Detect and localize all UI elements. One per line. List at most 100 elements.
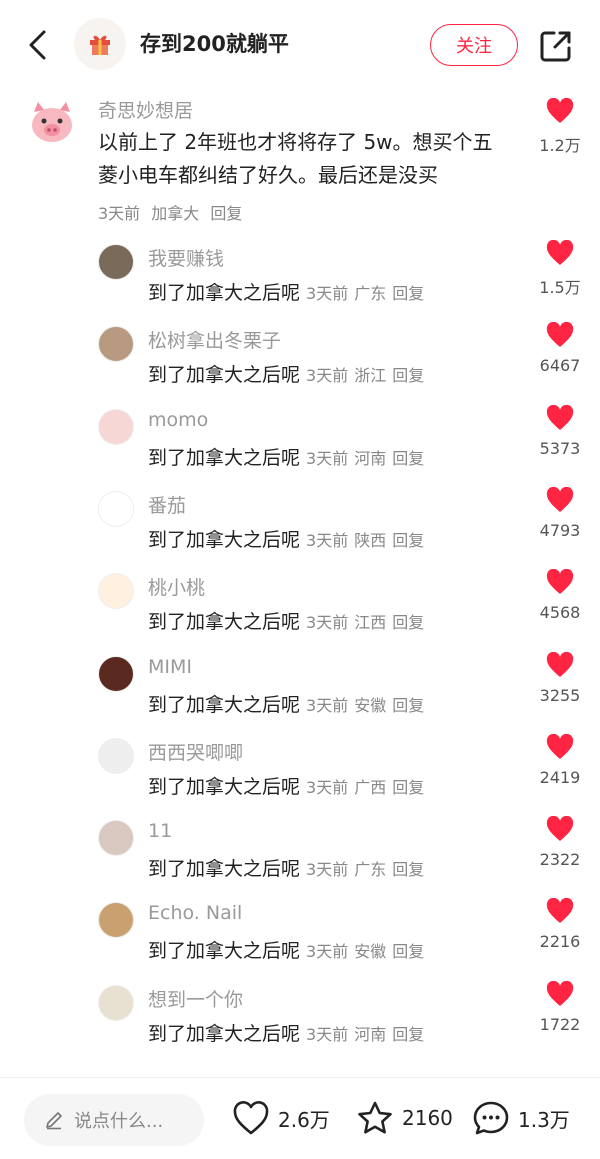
like-control[interactable]: 3255 bbox=[530, 652, 590, 705]
reply-time: 3天前 bbox=[306, 1025, 349, 1044]
reply-username[interactable]: 11 bbox=[148, 820, 172, 842]
avatar[interactable] bbox=[98, 902, 134, 938]
post-like-count: 2.6万 bbox=[278, 1107, 330, 1132]
reply-button[interactable]: 回复 bbox=[392, 860, 424, 879]
avatar[interactable] bbox=[98, 656, 134, 692]
reply-username[interactable]: 松树拿出冬栗子 bbox=[148, 326, 281, 353]
avatar[interactable] bbox=[98, 491, 134, 527]
like-control[interactable]: 4793 bbox=[530, 487, 590, 540]
reply-button[interactable]: 回复 bbox=[392, 1025, 424, 1044]
reply-comment: 想到一个你到了加拿大之后呢 3天前 河南 回复 1722 bbox=[0, 981, 600, 1067]
reply-text: 到了加拿大之后呢 bbox=[148, 611, 301, 633]
reply-button[interactable]: 回复 bbox=[392, 449, 424, 468]
reply-body: 到了加拿大之后呢 3天前 河南 回复 bbox=[148, 443, 424, 470]
reply-text: 到了加拿大之后呢 bbox=[148, 776, 301, 798]
avatar[interactable] bbox=[98, 409, 134, 445]
like-control[interactable]: 1.5万 bbox=[530, 240, 590, 298]
collect-button[interactable]: 2160 bbox=[356, 1100, 453, 1136]
like-count: 2419 bbox=[539, 768, 581, 787]
reply-text: 到了加拿大之后呢 bbox=[148, 447, 301, 469]
reply-username[interactable]: 番茄 bbox=[148, 491, 186, 518]
like-control[interactable]: 1.2万 bbox=[530, 98, 590, 156]
reply-body: 到了加拿大之后呢 3天前 广西 回复 bbox=[148, 772, 424, 799]
comment-meta: 3天前 加拿大 回复 bbox=[98, 200, 242, 224]
heart-icon[interactable] bbox=[546, 816, 574, 842]
comment-button[interactable]: 1.3万 bbox=[472, 1100, 570, 1136]
heart-icon[interactable] bbox=[546, 98, 574, 124]
reply-body: 到了加拿大之后呢 3天前 河南 回复 bbox=[148, 1019, 424, 1046]
reply-button[interactable]: 回复 bbox=[392, 613, 424, 632]
reply-text: 到了加拿大之后呢 bbox=[148, 529, 301, 551]
reply-username[interactable]: 桃小桃 bbox=[148, 573, 205, 600]
reply-time: 3天前 bbox=[306, 942, 349, 961]
reply-button[interactable]: 回复 bbox=[210, 204, 242, 223]
like-count: 4568 bbox=[539, 603, 581, 622]
comment-input-placeholder: 说点什么... bbox=[74, 1111, 164, 1132]
reply-button[interactable]: 回复 bbox=[392, 778, 424, 797]
heart-icon[interactable] bbox=[546, 734, 574, 760]
avatar[interactable] bbox=[98, 573, 134, 609]
reply-comment: MIMI 到了加拿大之后呢 3天前 安徽 回复 3255 bbox=[0, 652, 600, 738]
like-control[interactable]: 4568 bbox=[530, 569, 590, 622]
reply-button[interactable]: 回复 bbox=[392, 696, 424, 715]
comment-input[interactable]: 说点什么... bbox=[24, 1094, 204, 1146]
avatar[interactable] bbox=[98, 738, 134, 774]
heart-icon[interactable] bbox=[546, 898, 574, 924]
reply-button[interactable]: 回复 bbox=[392, 284, 424, 303]
main-comment: 奇思妙想居 以前上了 2年班也才将将存了 5w。想买个五菱小电车都纠结了好久。最… bbox=[0, 90, 600, 230]
heart-icon[interactable] bbox=[546, 322, 574, 348]
heart-icon[interactable] bbox=[546, 981, 574, 1007]
reply-time: 3天前 bbox=[306, 613, 349, 632]
reply-location: 广东 bbox=[354, 284, 387, 303]
avatar[interactable] bbox=[24, 94, 80, 150]
comment-username[interactable]: 奇思妙想居 bbox=[98, 96, 193, 123]
reply-comment: 西西哭唧唧到了加拿大之后呢 3天前 广西 回复 2419 bbox=[0, 734, 600, 820]
like-count: 2322 bbox=[539, 850, 581, 869]
like-control[interactable]: 6467 bbox=[530, 322, 590, 375]
reply-username[interactable]: 我要赚钱 bbox=[148, 244, 224, 271]
reply-username[interactable]: Echo. Nail bbox=[148, 902, 242, 924]
like-control[interactable]: 2322 bbox=[530, 816, 590, 869]
like-control[interactable]: 1722 bbox=[530, 981, 590, 1034]
reply-body: 到了加拿大之后呢 3天前 广东 回复 bbox=[148, 854, 424, 881]
like-count: 4793 bbox=[539, 521, 581, 540]
reply-body: 到了加拿大之后呢 3天前 江西 回复 bbox=[148, 607, 424, 634]
reply-location: 河南 bbox=[354, 1025, 387, 1044]
share-icon[interactable] bbox=[538, 28, 574, 64]
heart-icon[interactable] bbox=[546, 405, 574, 431]
reply-location: 广西 bbox=[354, 778, 387, 797]
avatar[interactable] bbox=[98, 326, 134, 362]
like-count: 1.2万 bbox=[539, 136, 581, 155]
back-icon[interactable] bbox=[22, 26, 56, 64]
reply-username[interactable]: 想到一个你 bbox=[148, 985, 243, 1012]
like-post-button[interactable]: 2.6万 bbox=[232, 1100, 330, 1136]
heart-icon[interactable] bbox=[546, 569, 574, 595]
reply-comment: 松树拿出冬栗子 到了加拿大之后呢 3天前 浙江 回复 6467 bbox=[0, 322, 600, 408]
avatar[interactable] bbox=[98, 820, 134, 856]
reply-username[interactable]: momo bbox=[148, 409, 208, 431]
heart-icon[interactable] bbox=[546, 652, 574, 678]
like-control[interactable]: 2216 bbox=[530, 898, 590, 951]
avatar[interactable] bbox=[98, 244, 134, 280]
reply-button[interactable]: 回复 bbox=[392, 942, 424, 961]
reply-comment: Echo. Nail 到了加拿大之后呢 3天前 安徽 回复 2216 bbox=[0, 898, 600, 984]
author-avatar[interactable] bbox=[74, 18, 126, 70]
like-control[interactable]: 5373 bbox=[530, 405, 590, 458]
reply-location: 广东 bbox=[354, 860, 387, 879]
heart-icon[interactable] bbox=[546, 487, 574, 513]
reply-username[interactable]: MIMI bbox=[148, 656, 192, 678]
reply-comment: 11 到了加拿大之后呢 3天前 广东 回复 2322 bbox=[0, 816, 600, 902]
reply-username[interactable]: 西西哭唧唧 bbox=[148, 738, 243, 765]
avatar[interactable] bbox=[98, 985, 134, 1021]
like-count: 1.5万 bbox=[539, 278, 581, 297]
reply-button[interactable]: 回复 bbox=[392, 366, 424, 385]
reply-location: 江西 bbox=[354, 613, 387, 632]
like-control[interactable]: 2419 bbox=[530, 734, 590, 787]
heart-icon[interactable] bbox=[546, 240, 574, 266]
reply-comment: momo 到了加拿大之后呢 3天前 河南 回复 5373 bbox=[0, 405, 600, 491]
reply-text: 到了加拿大之后呢 bbox=[148, 940, 301, 962]
follow-button[interactable]: 关注 bbox=[430, 24, 518, 66]
like-count: 3255 bbox=[539, 686, 581, 705]
reply-button[interactable]: 回复 bbox=[392, 531, 424, 550]
reply-location: 河南 bbox=[354, 449, 387, 468]
